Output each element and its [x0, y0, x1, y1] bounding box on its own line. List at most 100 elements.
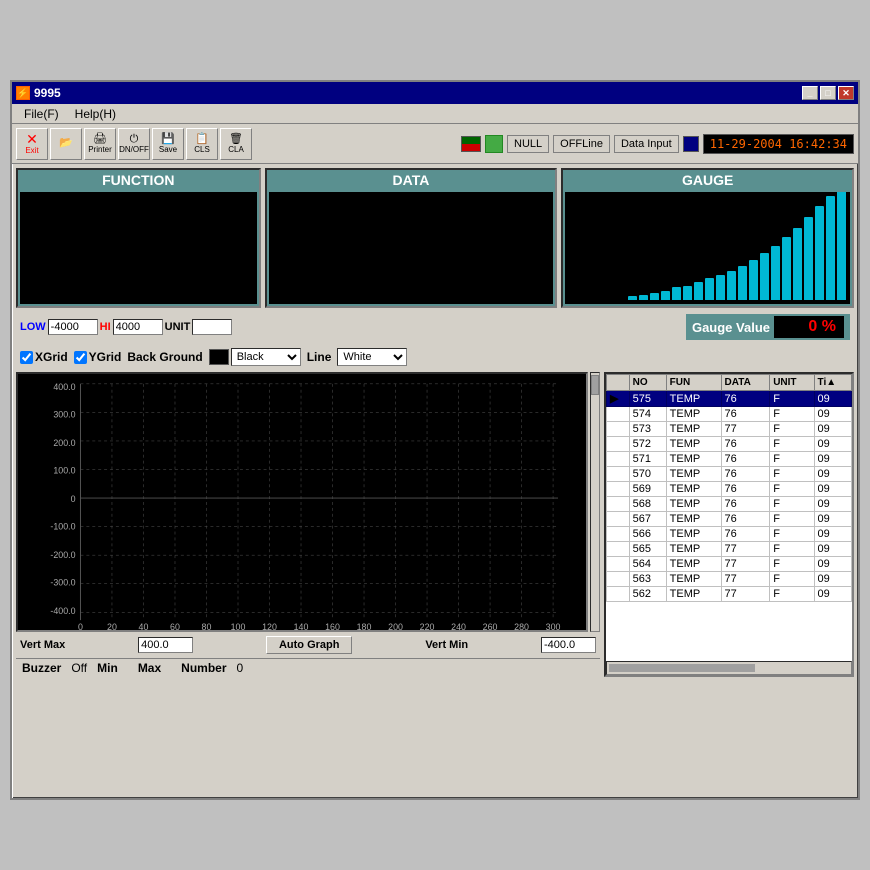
table-row[interactable]: 572 TEMP 76 F 09 [607, 437, 852, 452]
table-row[interactable]: 564 TEMP 77 F 09 [607, 557, 852, 572]
status-bar: Buzzer Off Min Max Number 0 [16, 658, 600, 677]
gauge-header: GAUGE [563, 170, 852, 190]
table-row[interactable]: 569 TEMP 76 F 09 [607, 482, 852, 497]
open-icon: 📂 [59, 138, 73, 149]
datainput-button[interactable]: Data Input [614, 135, 679, 153]
row-ti: 09 [814, 437, 851, 452]
status-area: NULL OFFLine Data Input 11-29-2004 16:42… [461, 134, 854, 154]
row-arrow [607, 482, 630, 497]
ygrid-checkbox[interactable] [74, 351, 87, 364]
table-row[interactable]: 571 TEMP 76 F 09 [607, 452, 852, 467]
minimize-button[interactable]: _ [802, 86, 818, 100]
row-ti: 09 [814, 422, 851, 437]
table-row[interactable]: 574 TEMP 76 F 09 [607, 407, 852, 422]
offline-button[interactable]: OFFLine [553, 135, 610, 153]
unit-value-input[interactable] [192, 319, 232, 335]
cls-button[interactable]: 📋 CLS [186, 128, 218, 160]
table-scroll-area[interactable]: NO FUN DATA UNIT Ti▲ ▶ 575 TEMP 76 F 09 [606, 374, 852, 661]
exit-button[interactable]: ✕ Exit [16, 128, 48, 160]
auto-graph-button[interactable]: Auto Graph [266, 636, 353, 654]
svg-text:300: 300 [546, 622, 561, 630]
gauge-bar-19 [837, 192, 846, 300]
row-fun: TEMP [666, 391, 721, 407]
row-no: 566 [629, 527, 666, 542]
menu-help[interactable]: Help(H) [67, 105, 124, 123]
save-button[interactable]: 💾 Save [152, 128, 184, 160]
dvoff-button[interactable]: ⏻ DN/OFF [118, 128, 150, 160]
table-row[interactable]: 573 TEMP 77 F 09 [607, 422, 852, 437]
xgrid-checkbox[interactable] [20, 351, 33, 364]
row-data: 77 [721, 422, 770, 437]
row-unit: F [770, 512, 814, 527]
menu-file[interactable]: File(F) [16, 105, 67, 123]
lower-area: 400.0 300.0 200.0 100.0 0 -100.0 -200.0 … [16, 372, 854, 677]
table-row[interactable]: 565 TEMP 77 F 09 [607, 542, 852, 557]
gauge-bar-6 [694, 282, 703, 300]
gauge-bar-14 [782, 237, 791, 300]
vert-max-input[interactable] [138, 637, 193, 653]
table-row[interactable]: 566 TEMP 76 F 09 [607, 527, 852, 542]
graph-container: 400.0 300.0 200.0 100.0 0 -100.0 -200.0 … [16, 372, 588, 632]
graph-wrapper: 400.0 300.0 200.0 100.0 0 -100.0 -200.0 … [16, 372, 588, 632]
table-row[interactable]: ▶ 575 TEMP 76 F 09 [607, 391, 852, 407]
table-row[interactable]: 570 TEMP 76 F 09 [607, 467, 852, 482]
printer-icon: 🖨 [93, 134, 107, 145]
row-ti: 09 [814, 452, 851, 467]
col-no: NO [629, 375, 666, 391]
close-button[interactable]: ✕ [838, 86, 854, 100]
hi-value-input[interactable] [113, 319, 163, 335]
row-no: 568 [629, 497, 666, 512]
maximize-button[interactable]: □ [820, 86, 836, 100]
row-data: 76 [721, 407, 770, 422]
vert-min-input[interactable] [541, 637, 596, 653]
graph-area: 400.0 300.0 200.0 100.0 0 -100.0 -200.0 … [16, 372, 600, 677]
main-content: FUNCTION DATA GAUGE LOW HI UNIT [12, 164, 858, 681]
row-unit: F [770, 497, 814, 512]
row-fun: TEMP [666, 572, 721, 587]
cla-button[interactable]: 🗑 CLA [220, 128, 252, 160]
row-fun: TEMP [666, 467, 721, 482]
exit-label: Exit [25, 147, 38, 155]
data-content [269, 192, 554, 304]
table-row[interactable]: 567 TEMP 76 F 09 [607, 512, 852, 527]
printer-button[interactable]: 🖨 Printer [84, 128, 116, 160]
line-color-select[interactable]: White Black Red [337, 348, 407, 366]
row-fun: TEMP [666, 407, 721, 422]
svg-text:400.0: 400.0 [53, 382, 75, 392]
svg-text:-200.0: -200.0 [50, 550, 75, 560]
svg-text:60: 60 [170, 622, 180, 630]
graph-svg: 400.0 300.0 200.0 100.0 0 -100.0 -200.0 … [18, 374, 586, 630]
open-button[interactable]: 📂 [50, 128, 82, 160]
bg-color-group: Black White Gray [209, 348, 301, 366]
row-unit: F [770, 391, 814, 407]
function-panel: FUNCTION [16, 168, 261, 308]
bg-color-select[interactable]: Black White Gray [231, 348, 301, 366]
svg-text:260: 260 [483, 622, 498, 630]
table-row[interactable]: 562 TEMP 77 F 09 [607, 587, 852, 602]
row-arrow [607, 512, 630, 527]
graph-bottom: Vert Max Auto Graph Vert Min [16, 634, 600, 656]
number-value: 0 [237, 661, 244, 675]
row-fun: TEMP [666, 497, 721, 512]
graph-scrollbar[interactable] [590, 372, 600, 632]
row-no: 574 [629, 407, 666, 422]
line-color-group: White Black Red [337, 348, 407, 366]
scroll-thumb[interactable] [591, 375, 599, 395]
table-row[interactable]: 563 TEMP 77 F 09 [607, 572, 852, 587]
svg-text:-400.0: -400.0 [50, 606, 75, 616]
table-hscroll[interactable] [606, 661, 852, 675]
row-arrow [607, 557, 630, 572]
cla-icon: 🗑 [229, 134, 243, 145]
row-fun: TEMP [666, 557, 721, 572]
row-no: 569 [629, 482, 666, 497]
menu-bar: File(F) Help(H) [12, 104, 858, 124]
row-fun: TEMP [666, 482, 721, 497]
dvoff-label: DN/OFF [119, 146, 149, 154]
ygrid-label: YGrid [89, 350, 122, 364]
row-no: 562 [629, 587, 666, 602]
low-value-input[interactable] [48, 319, 98, 335]
table-row[interactable]: 568 TEMP 76 F 09 [607, 497, 852, 512]
gauge-bar-11 [749, 260, 758, 300]
col-fun: FUN [666, 375, 721, 391]
null-button[interactable]: NULL [507, 135, 549, 153]
